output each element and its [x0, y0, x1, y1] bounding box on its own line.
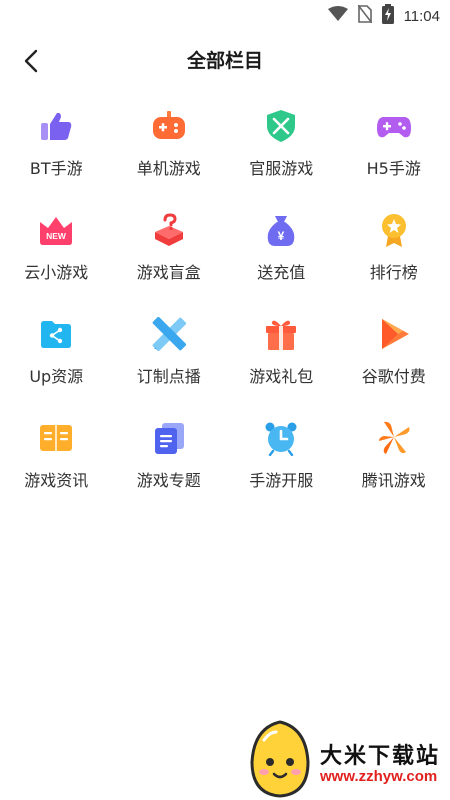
new-crown-icon: NEW [40, 217, 73, 245]
tile-label: BT手游 [29, 159, 83, 178]
tile-single-player[interactable]: 单机游戏 [113, 100, 226, 204]
tile-new-servers[interactable]: 手游开服 [225, 412, 338, 516]
tile-label: 游戏礼包 [249, 367, 314, 386]
page-title: 全部栏目 [186, 50, 263, 72]
tile-rankings[interactable]: 排行榜 [338, 204, 450, 308]
thumbs-up-icon [41, 112, 72, 140]
tile-h5-games[interactable]: H5手游 [338, 100, 450, 204]
news-book-icon [40, 425, 73, 451]
tile-label: 手游开服 [249, 471, 314, 490]
tile-label: 腾讯游戏 [361, 471, 426, 490]
tile-label: 游戏盲盒 [136, 263, 201, 282]
ruler-pencil-icon [152, 316, 186, 352]
tile-cloud-mini-games[interactable]: NEW 云小游戏 [0, 204, 113, 308]
tile-bt-games[interactable]: BT手游 [0, 100, 113, 204]
shared-folder-icon [41, 321, 72, 348]
tile-label: 云小游戏 [24, 263, 89, 282]
tile-recharge[interactable]: ¥ 送充值 [225, 204, 338, 308]
tile-tencent-games[interactable]: 腾讯游戏 [338, 412, 450, 516]
category-grid: BT手游 单机游戏 官服游戏 H5手游 NEW 云小游戏 游戏盲盒 ¥ 送充值 … [0, 100, 450, 516]
new-badge-text: NEW [46, 231, 67, 241]
mystery-box-icon [154, 213, 183, 246]
tile-label: 官服游戏 [249, 159, 314, 178]
watermark-name: 大米下载站 [320, 744, 441, 769]
tile-google-paid[interactable]: 谷歌付费 [338, 308, 450, 412]
topic-pages-icon [154, 423, 184, 454]
tencent-games-icon [378, 421, 410, 454]
tile-official-server[interactable]: 官服游戏 [225, 100, 338, 204]
shield-swords-icon [267, 110, 296, 142]
watermark-url: www.zzhyw.com [320, 768, 438, 785]
medal-icon [381, 214, 406, 247]
battery-charging-icon [381, 4, 394, 28]
alarm-clock-icon [265, 422, 297, 456]
tile-label: 订制点播 [136, 367, 201, 386]
tile-game-gifts[interactable]: 游戏礼包 [225, 308, 338, 412]
tile-game-topics[interactable]: 游戏专题 [113, 412, 226, 516]
tile-label: 游戏专题 [136, 471, 201, 490]
no-sim-icon [356, 4, 373, 27]
gift-icon [266, 320, 297, 350]
tile-label: H5手游 [366, 159, 421, 178]
game-controller-icon [376, 117, 411, 138]
mascot-logo-icon [250, 720, 310, 798]
status-bar: 11:04 [0, 0, 450, 30]
tile-label: 谷歌付费 [361, 367, 426, 386]
money-bag-icon: ¥ [267, 216, 295, 246]
tile-label: 排行榜 [369, 263, 418, 282]
tile-label: 送充值 [257, 263, 306, 282]
gamepad-icon [152, 111, 185, 139]
tile-custom-request[interactable]: 订制点播 [113, 308, 226, 412]
wifi-icon [327, 6, 348, 26]
tile-label: Up资源 [29, 367, 84, 386]
tile-game-news[interactable]: 游戏资讯 [0, 412, 113, 516]
tile-label: 单机游戏 [136, 159, 201, 178]
yen-symbol: ¥ [278, 229, 285, 243]
tile-mystery-box[interactable]: 游戏盲盒 [113, 204, 226, 308]
tile-label: 游戏资讯 [24, 471, 89, 490]
header: 全部栏目 [0, 36, 450, 82]
status-time: 11:04 [403, 7, 440, 25]
watermark: 大米下载站 www.zzhyw.com [240, 718, 450, 800]
tile-up-resources[interactable]: Up资源 [0, 308, 113, 412]
play-store-icon [381, 319, 409, 349]
